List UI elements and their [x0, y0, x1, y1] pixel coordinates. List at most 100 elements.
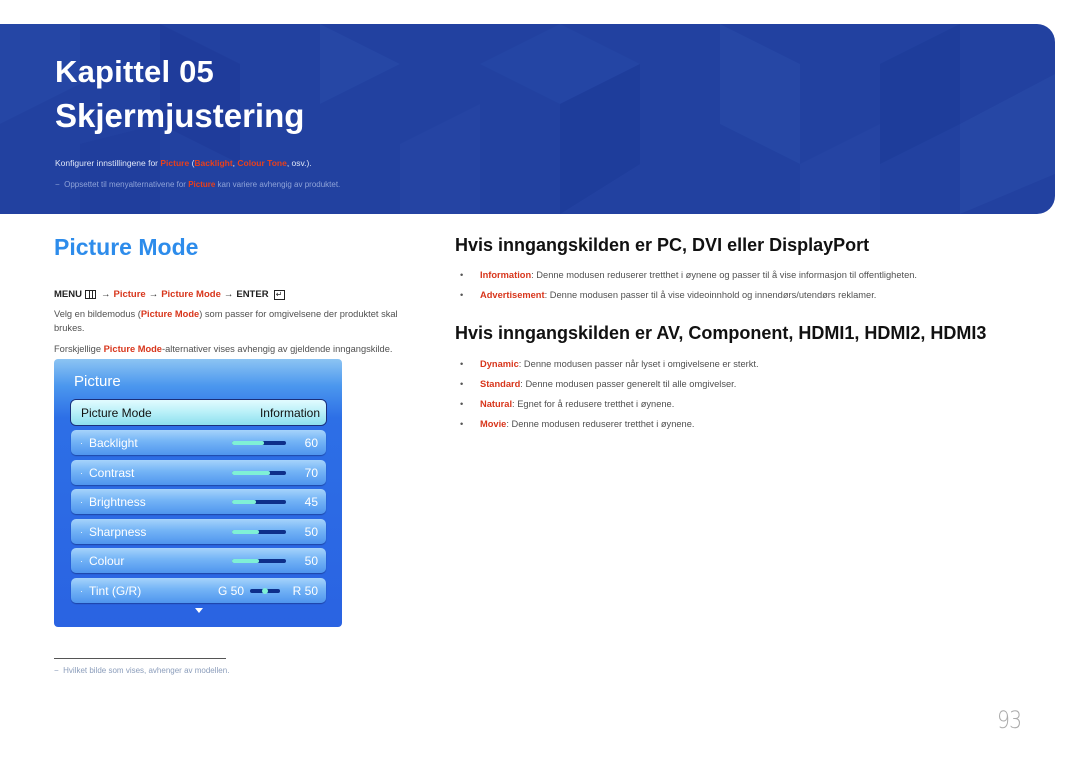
- bullet-icon: •: [460, 379, 464, 389]
- osd-slider[interactable]: [232, 499, 286, 504]
- list-item: • Dynamic: Denne modusen passer når lyset…: [460, 357, 759, 377]
- list-item: • Standard: Denne modusen passer generelt…: [460, 377, 759, 397]
- note-text: kan variere avhengig av produktet.: [215, 180, 341, 189]
- osd-row-brightness[interactable]: · Brightness 45: [71, 489, 326, 514]
- chapter-description: Konfigurer innstillingene for Picture (B…: [55, 158, 312, 168]
- chapter-note: − Oppsettet til menyalternativene for Pi…: [55, 180, 340, 189]
- note-dash: −: [55, 180, 60, 189]
- osd-row-label: Sharpness: [89, 524, 147, 539]
- osd-row-value: 50: [304, 553, 318, 568]
- osd-row-value: 60: [304, 435, 318, 450]
- list-item: • Advertisement: Denne modusen passer til…: [460, 288, 917, 308]
- list-item: • Movie: Denne modusen reduserer tretthet…: [460, 417, 759, 437]
- bullet-icon: ·: [80, 467, 83, 478]
- list-item: • Information: Denne modusen reduserer tr…: [460, 268, 917, 288]
- bullet-icon: •: [460, 399, 464, 409]
- bullet-icon: •: [460, 419, 464, 429]
- bullet-icon: •: [460, 359, 464, 369]
- osd-slider-fill: [232, 529, 259, 534]
- menu-label: MENU: [54, 289, 82, 300]
- desc-link-picture[interactable]: Picture: [160, 158, 189, 168]
- para-highlight: Picture Mode: [140, 309, 200, 319]
- bullet-icon: ·: [80, 526, 83, 537]
- osd-row-label: Tint (G/R): [89, 583, 142, 598]
- footnote: − Hvilket bilde som vises, avhenger av m…: [54, 666, 229, 675]
- para-highlight: Picture Mode: [103, 344, 162, 354]
- description-paragraph: Forskjellige Picture Mode-alternativer v…: [54, 342, 429, 356]
- bullet-icon: ·: [80, 437, 83, 448]
- osd-slider-fill: [232, 499, 257, 504]
- heading-av-component-hdmi: Hvis inngangskilden er AV, Component, HD…: [455, 323, 987, 343]
- osd-row-label: Backlight: [89, 435, 138, 450]
- osd-slider-fill: [232, 470, 270, 475]
- osd-row-label: Brightness: [89, 494, 146, 509]
- footnote-text: Hvilket bilde som vises, avhenger av mod…: [63, 666, 230, 675]
- osd-row-value: 70: [304, 465, 318, 480]
- desc-text: , osv.).: [286, 158, 312, 168]
- osd-title: Picture: [74, 373, 121, 390]
- osd-row-colour[interactable]: · Colour 50: [71, 548, 326, 573]
- osd-row-contrast[interactable]: · Contrast 70: [71, 460, 326, 485]
- menu-path-picture-mode[interactable]: Picture Mode: [161, 289, 221, 300]
- bullet-icon: ·: [80, 555, 83, 566]
- bullet-icon: ·: [80, 496, 83, 507]
- mode-list-av: • Dynamic: Denne modusen passer når lyset…: [460, 357, 759, 437]
- menu-icon: [84, 290, 96, 299]
- tint-slider-knob[interactable]: [262, 587, 268, 594]
- description-paragraph: Velg en bildemodus (Picture Mode) som pa…: [54, 307, 429, 335]
- osd-row-label: Picture Mode: [81, 405, 152, 420]
- mode-term: Movie: [480, 419, 507, 429]
- footnote-divider: [54, 658, 226, 659]
- para-text: Velg en bildemodus (: [54, 309, 141, 319]
- osd-slider[interactable]: [232, 470, 286, 475]
- mode-description: : Denne modusen passer til å vise videoi…: [544, 290, 877, 300]
- mode-term: Advertisement: [480, 290, 545, 300]
- osd-picture-menu: Picture Picture Mode Information · Backl…: [54, 359, 342, 627]
- mode-term: Standard: [480, 379, 521, 389]
- section-title: Picture Mode: [54, 234, 199, 260]
- tint-green-value: G 50: [217, 583, 244, 598]
- osd-slider[interactable]: [232, 440, 286, 445]
- note-text: Oppsettet til menyalternativene for: [64, 180, 189, 189]
- osd-row-picture-mode[interactable]: Picture Mode Information: [71, 400, 326, 425]
- footnote-dash: −: [54, 666, 59, 675]
- osd-row-value: Information: [259, 405, 320, 420]
- list-item: • Natural: Egnet for å redusere tretthet …: [460, 397, 759, 417]
- mode-description: : Denne modusen reduserer tretthet i øyn…: [531, 270, 918, 280]
- para-text: Forskjellige: [54, 344, 104, 354]
- chapter-number: Kapittel 05: [55, 54, 214, 89]
- desc-link-backlight[interactable]: Backlight: [194, 158, 232, 168]
- osd-row-tint[interactable]: · Tint (G/R) G 50 R 50: [71, 578, 326, 603]
- osd-row-label: Contrast: [89, 465, 135, 480]
- osd-slider-fill: [232, 440, 265, 445]
- note-link-picture[interactable]: Picture: [188, 180, 215, 189]
- osd-row-value: 45: [304, 494, 318, 509]
- arrow-icon: →: [100, 289, 111, 300]
- desc-link-colour-tone[interactable]: Colour Tone: [237, 158, 286, 168]
- mode-term: Information: [480, 270, 532, 280]
- osd-row-value: 50: [304, 524, 318, 539]
- bullet-icon: •: [460, 270, 464, 280]
- osd-row-backlight[interactable]: · Backlight 60: [71, 430, 326, 455]
- mode-description: : Denne modusen reduserer tretthet i øyn…: [506, 419, 695, 429]
- tint-slider[interactable]: [250, 587, 280, 594]
- menu-path: MENU → Picture → Picture Mode → ENTER ↵: [54, 289, 285, 300]
- osd-row-sharpness[interactable]: · Sharpness 50: [71, 519, 326, 544]
- chapter-banner: Kapittel 05 Skjermjustering Konfigurer i…: [0, 24, 1055, 214]
- osd-slider[interactable]: [232, 529, 286, 534]
- enter-label: ENTER: [236, 289, 269, 300]
- bullet-icon: ·: [80, 585, 83, 596]
- page-number: 93: [997, 706, 1022, 734]
- heading-pc-dvi-displayport: Hvis inngangskilden er PC, DVI eller Dis…: [455, 235, 870, 255]
- tint-red-value: R 50: [292, 583, 318, 598]
- chapter-title: Skjermjustering: [55, 97, 305, 134]
- scroll-down-arrow-icon[interactable]: [195, 608, 203, 613]
- osd-slider[interactable]: [232, 558, 286, 563]
- arrow-icon: →: [223, 289, 234, 300]
- mode-description: : Denne modusen passer når lyset i omgiv…: [518, 359, 759, 369]
- menu-path-picture[interactable]: Picture: [113, 289, 145, 300]
- mode-description: : Denne modusen passer generelt til alle…: [520, 379, 737, 389]
- mode-term: Natural: [480, 399, 513, 409]
- mode-description: : Egnet for å redusere tretthet i øynene…: [512, 399, 675, 409]
- arrow-icon: →: [148, 289, 159, 300]
